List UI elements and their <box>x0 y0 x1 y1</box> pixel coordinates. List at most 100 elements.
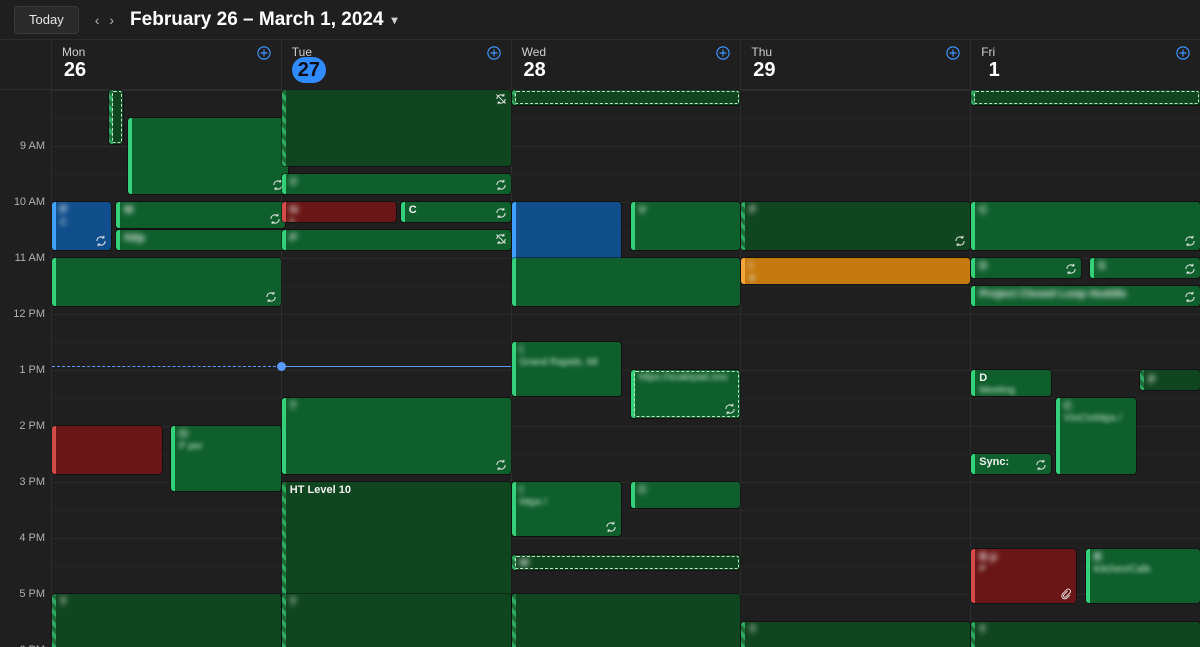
day-header-row: Mon26Tue27Wed28Thu29Fri1 <box>0 40 1200 90</box>
day-number: 28 <box>522 57 548 83</box>
calendar-event[interactable]: BKitchen/Cafe <box>1086 549 1200 603</box>
day-header[interactable]: Wed28 <box>512 40 742 89</box>
calendar-event[interactable]: OP per <box>171 426 281 491</box>
calendar-event[interactable]: CV\nC\nhttps / <box>1056 398 1136 474</box>
day-number: 26 <box>62 57 88 83</box>
calendar-event[interactable] <box>512 258 741 306</box>
calendar-event[interactable]: T <box>52 594 281 647</box>
calendar-event[interactable] <box>128 118 288 194</box>
calendar-event[interactable]: PC <box>52 202 111 250</box>
add-event-icon[interactable] <box>1176 46 1190 60</box>
day-header[interactable]: Mon26 <box>52 40 282 89</box>
recurrence-cancelled-icon <box>495 93 507 105</box>
calendar-event[interactable] <box>282 90 511 166</box>
add-event-icon[interactable] <box>716 46 730 60</box>
calendar-event[interactable]: DMeeting <box>971 370 1051 396</box>
event-title: P <box>290 232 505 245</box>
today-button[interactable]: Today <box>14 6 79 34</box>
hour-label: 11 AM <box>15 252 45 264</box>
calendar-event[interactable]: C <box>631 482 741 508</box>
day-number: 27 <box>292 57 326 83</box>
hour-label: 10 AM <box>14 196 45 208</box>
event-title: D <box>979 372 1045 385</box>
calendar-event[interactable]: C <box>971 202 1200 250</box>
day-of-week-label: Wed <box>522 45 731 59</box>
nav-arrows: ‹ › <box>91 12 118 28</box>
day-of-week-label: Thu <box>751 45 960 59</box>
recurring-icon <box>495 207 507 219</box>
calendar-event[interactable]: B pP <box>971 549 1076 603</box>
recurring-icon <box>724 403 736 415</box>
next-week-button[interactable]: › <box>109 12 114 28</box>
add-event-icon[interactable] <box>487 46 501 60</box>
event-title: V <box>290 176 505 189</box>
calendar-event[interactable]: IGrand Rapids, MI <box>512 342 622 396</box>
calendar-event[interactable] <box>512 90 741 105</box>
calendar-event[interactable] <box>971 90 1200 105</box>
calendar-event[interactable] <box>52 426 162 474</box>
recurring-icon <box>1184 291 1196 303</box>
calendar-event[interactable]: C <box>401 202 511 222</box>
calendar-event[interactable]: F <box>741 202 970 250</box>
calendar-event[interactable]: D <box>971 258 1081 278</box>
calendar-event[interactable] <box>512 594 741 647</box>
prev-week-button[interactable]: ‹ <box>95 12 100 28</box>
event-subtitle: Grand Rapids, MI <box>520 357 616 369</box>
calendar-event[interactable]: P <box>282 230 511 250</box>
calendar-event[interactable]: Ihttps / <box>512 482 622 536</box>
calendar-event[interactable]: p <box>1140 370 1199 390</box>
calendar-event[interactable]: T <box>282 594 511 647</box>
day-column[interactable]: CDSProject Closed Loop HuddleDMeetingCV\… <box>971 90 1200 647</box>
hour-label: 12 PM <box>13 308 45 320</box>
add-event-icon[interactable] <box>257 46 271 60</box>
day-of-week-label: Mon <box>62 45 271 59</box>
hour-label: 1 PM <box>19 364 45 376</box>
calendar-event[interactable]: T <box>741 622 970 647</box>
add-event-icon[interactable] <box>946 46 960 60</box>
calendar-event[interactable]: Project Closed Loop Huddle <box>971 286 1200 306</box>
event-subtitle: P <box>979 564 1070 576</box>
event-title: p <box>1148 372 1193 385</box>
day-of-week-label: Tue <box>292 45 501 59</box>
calendar-event[interactable]: T <box>971 622 1200 647</box>
day-column[interactable]: PCMhttp OP per T <box>52 90 282 647</box>
recurrence-cancelled-icon <box>495 233 507 245</box>
recurring-icon <box>95 235 107 247</box>
calendar-event[interactable]: Nh <box>282 202 396 222</box>
event-title: I <box>520 484 616 497</box>
day-column[interactable]: F Itt T <box>741 90 971 647</box>
calendar-event[interactable] <box>109 90 123 144</box>
calendar-event[interactable]: M <box>512 555 741 570</box>
event-title: C <box>1064 400 1130 413</box>
calendar-event[interactable] <box>52 258 281 306</box>
calendar-event[interactable]: V <box>631 202 741 250</box>
day-header[interactable]: Fri1 <box>971 40 1200 89</box>
event-title: I <box>520 344 616 357</box>
day-column[interactable]: VIGrand Rapids, MIhttps://scalepad.zooIh… <box>512 90 742 647</box>
calendar-event[interactable]: https://scalepad.zoo <box>631 370 741 418</box>
calendar-event[interactable]: Itt <box>741 258 970 284</box>
day-column[interactable]: VNhCPTHT Level 10T <box>282 90 512 647</box>
now-indicator-line <box>282 366 511 367</box>
event-subtitle: https://scalepad.zoo <box>639 372 735 384</box>
event-title: I <box>749 260 964 273</box>
calendar-event[interactable]: http <box>116 230 285 250</box>
event-subtitle: V\nC\nhttps / <box>1064 413 1130 425</box>
event-subtitle: C <box>60 217 105 229</box>
event-title: S <box>1098 260 1194 273</box>
event-title: N <box>290 204 390 217</box>
calendar-event[interactable]: T <box>282 398 511 474</box>
event-title: C <box>979 204 1194 217</box>
event-title: B p <box>979 551 1070 564</box>
day-header[interactable]: Thu29 <box>741 40 971 89</box>
calendar-event[interactable]: M <box>116 202 285 228</box>
day-of-week-label: Fri <box>981 45 1190 59</box>
event-subtitle: h <box>290 217 390 222</box>
date-range-dropdown[interactable]: February 26 – March 1, 2024 ▾ <box>130 9 398 31</box>
event-title: C <box>409 204 505 217</box>
calendar-event[interactable]: Sync: <box>971 454 1051 474</box>
calendar-event[interactable]: S <box>1090 258 1200 278</box>
calendar-event[interactable]: V <box>282 174 511 194</box>
now-indicator-dashed <box>52 366 281 367</box>
day-header[interactable]: Tue27 <box>282 40 512 89</box>
